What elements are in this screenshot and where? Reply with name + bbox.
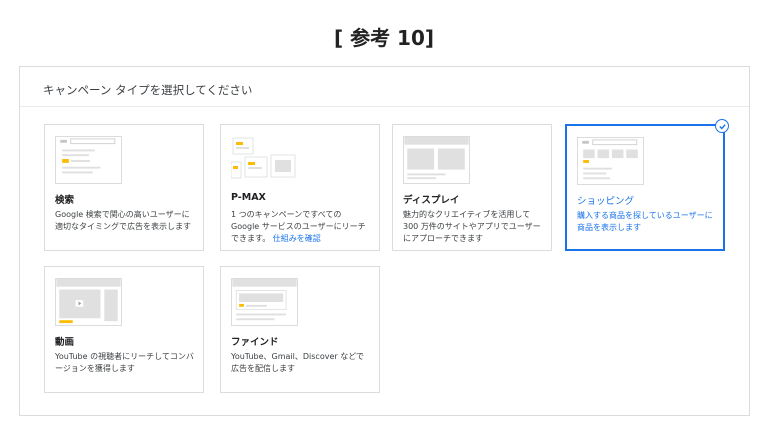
card-video[interactable]: 動画 YouTube の視聴者にリーチしてコンバージョンを獲得します (44, 266, 204, 393)
card-discover[interactable]: ファインド YouTube、Gmail、Discover などで広告を配信します (220, 266, 380, 393)
card-title: ショッピング (577, 196, 635, 207)
card-description: 購入する商品を探しているユーザーに商品を表示します (577, 211, 713, 232)
card-title: 検索 (55, 195, 75, 206)
pmax-thumbnail (231, 136, 298, 184)
video-thumbnail (55, 278, 122, 326)
card-title: ディスプレイ (403, 195, 460, 206)
card-title: 動画 (55, 337, 75, 348)
discover-thumbnail (231, 278, 298, 326)
card-search[interactable]: 検索 Google 検索で関心の高いユーザーに適切なタイミングで広告を表示します (44, 124, 204, 251)
card-description: Google 検索で関心の高いユーザーに適切なタイミングで広告を表示します (55, 210, 191, 231)
shopping-thumbnail (577, 137, 644, 185)
card-description: 1 つのキャンペーンですべての Google サービスのユーザーにリーチできます… (231, 209, 371, 245)
card-pmax[interactable]: P-MAX 1 つのキャンペーンですべての Google サービスのユーザーにリ… (220, 124, 380, 251)
campaign-type-panel: キャンペーン タイプを選択してください 検索 Google 検索で関心の高いユー… (19, 66, 750, 416)
card-display[interactable]: ディスプレイ 魅力的なクリエイティブを活用して 300 万件のサイトやアプリでユ… (392, 124, 552, 251)
selected-check-icon (715, 119, 729, 133)
display-thumbnail (403, 136, 470, 184)
card-description: 魅力的なクリエイティブを活用して 300 万件のサイトやアプリでユーザーにアプロ… (403, 210, 541, 243)
panel-header: キャンペーン タイプを選択してください (20, 67, 749, 107)
card-description: YouTube の視聴者にリーチしてコンバージョンを獲得します (55, 352, 194, 373)
card-shopping[interactable]: ショッピング 購入する商品を探しているユーザーに商品を表示します (565, 119, 729, 251)
search-thumbnail (55, 136, 122, 184)
page-title: [ 参考 10] (333, 26, 435, 50)
card-description: YouTube、Gmail、Discover などで広告を配信します (231, 352, 365, 373)
card-title: ファインド (231, 337, 279, 348)
card-title: P-MAX (231, 192, 266, 203)
learn-more-link[interactable]: 仕組みを確認 (273, 234, 321, 243)
